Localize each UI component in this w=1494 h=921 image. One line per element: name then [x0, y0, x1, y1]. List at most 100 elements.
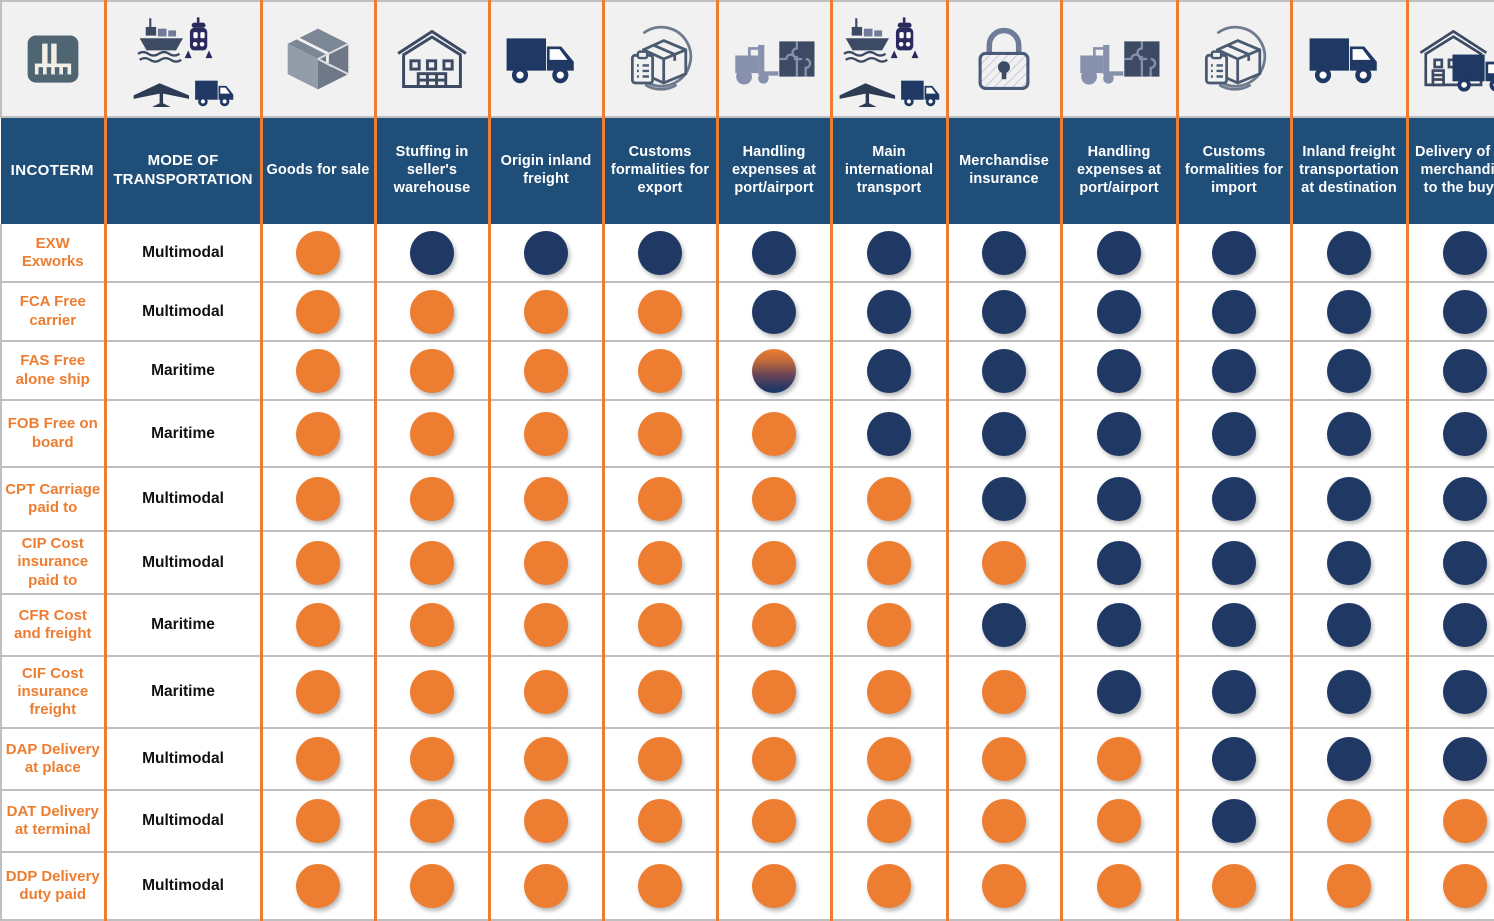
responsibility-cell	[1407, 341, 1494, 402]
responsibility-dot-buyer	[1212, 289, 1256, 334]
responsibility-dot-buyer	[1212, 477, 1256, 522]
col-header-mode: MODE OF TRANSPORTATION	[105, 116, 263, 225]
col-header-handling-export: Handling expenses at port/airport	[717, 116, 833, 225]
transport-mode-label: Multimodal	[105, 789, 263, 853]
responsibility-cell	[261, 728, 377, 791]
responsibility-cell	[831, 851, 949, 921]
responsibility-dot-seller	[752, 736, 796, 781]
responsibility-cell	[831, 789, 949, 853]
responsibility-dot-seller	[982, 798, 1026, 843]
responsibility-cell	[831, 593, 949, 657]
responsibility-cell	[603, 789, 719, 853]
responsibility-dot-buyer	[1327, 540, 1371, 585]
responsibility-dot-buyer	[1097, 411, 1141, 456]
responsibility-cell	[261, 224, 377, 284]
responsibility-dot-seller	[296, 411, 340, 456]
icon-cell-incoterm	[0, 0, 107, 118]
responsibility-cell	[261, 400, 377, 469]
responsibility-cell	[1061, 851, 1179, 921]
responsibility-cell	[375, 531, 491, 595]
responsibility-cell	[1061, 224, 1179, 284]
icon-cell-goods	[261, 0, 377, 118]
responsibility-dot-seller	[296, 348, 340, 393]
incoterm-label: CFR Cost and freight	[0, 593, 107, 657]
responsibility-cell	[947, 224, 1063, 284]
icon-cell-main-transport	[831, 0, 949, 118]
responsibility-dot-seller	[296, 289, 340, 334]
responsibility-dot-buyer	[638, 230, 682, 275]
responsibility-dot-split	[752, 348, 796, 393]
package-box-icon	[263, 2, 374, 116]
responsibility-dot-seller	[410, 411, 454, 456]
responsibility-dot-buyer	[410, 230, 454, 275]
responsibility-cell	[1407, 531, 1494, 595]
incoterm-label: FCA Free carrier	[0, 282, 107, 343]
responsibility-dot-seller	[410, 348, 454, 393]
forklift-handling-icon	[719, 2, 830, 116]
responsibility-cell	[947, 593, 1063, 657]
icon-cell-import-customs	[1177, 0, 1293, 118]
col-header-goods-for-sale: Goods for sale	[261, 116, 377, 225]
responsibility-cell	[831, 224, 949, 284]
responsibility-dot-buyer	[1443, 348, 1488, 393]
responsibility-dot-buyer	[1443, 289, 1488, 334]
responsibility-dot-buyer	[1443, 736, 1488, 781]
responsibility-cell	[489, 789, 605, 853]
responsibility-cell	[1407, 400, 1494, 469]
responsibility-cell	[831, 467, 949, 533]
responsibility-cell	[1177, 282, 1293, 343]
responsibility-dot-seller	[410, 669, 454, 714]
responsibility-cell	[1177, 400, 1293, 469]
column-header-row: INCOTERM MODE OF TRANSPORTATION Goods fo…	[1, 116, 1494, 225]
responsibility-cell	[489, 467, 605, 533]
truck-icon	[491, 2, 602, 116]
responsibility-cell	[489, 341, 605, 402]
responsibility-dot-seller	[1097, 736, 1141, 781]
responsibility-dot-buyer	[1443, 411, 1488, 456]
icon-cell-dest-freight	[1291, 0, 1409, 118]
responsibility-dot-buyer	[1212, 411, 1256, 456]
responsibility-cell	[1177, 467, 1293, 533]
responsibility-dot-seller	[867, 863, 911, 908]
truck-icon-2	[1293, 2, 1406, 116]
responsibility-cell	[261, 531, 377, 595]
responsibility-cell	[375, 728, 491, 791]
responsibility-dot-buyer	[867, 411, 911, 456]
responsibility-dot-seller	[867, 798, 911, 843]
responsibility-cell	[603, 655, 719, 730]
responsibility-dot-seller	[410, 540, 454, 585]
responsibility-dot-buyer	[1097, 540, 1141, 585]
responsibility-dot-seller	[752, 669, 796, 714]
responsibility-dot-seller	[524, 798, 568, 843]
responsibility-dot-buyer	[752, 230, 796, 275]
responsibility-dot-buyer	[1327, 736, 1371, 781]
responsibility-dot-buyer	[982, 411, 1026, 456]
responsibility-cell	[717, 593, 833, 657]
responsibility-dot-seller	[1097, 863, 1141, 908]
responsibility-cell	[717, 531, 833, 595]
responsibility-cell	[1177, 851, 1293, 921]
responsibility-cell	[1291, 851, 1409, 921]
responsibility-cell	[603, 224, 719, 284]
responsibility-dot-seller	[752, 798, 796, 843]
responsibility-dot-buyer	[1327, 669, 1371, 714]
responsibility-dot-seller	[752, 540, 796, 585]
responsibility-cell	[261, 789, 377, 853]
responsibility-dot-seller	[524, 863, 568, 908]
responsibility-cell	[947, 655, 1063, 730]
responsibility-dot-seller	[1327, 863, 1371, 908]
responsibility-dot-buyer	[982, 602, 1026, 647]
responsibility-dot-buyer	[1212, 230, 1256, 275]
responsibility-dot-seller	[752, 602, 796, 647]
responsibility-cell	[1291, 789, 1409, 853]
responsibility-dot-buyer	[867, 289, 911, 334]
responsibility-dot-seller	[638, 602, 682, 647]
responsibility-dot-seller	[410, 602, 454, 647]
col-header-main-transport: Main international transport	[831, 116, 949, 225]
responsibility-dot-seller	[296, 230, 340, 275]
responsibility-cell	[947, 341, 1063, 402]
responsibility-dot-buyer	[1327, 289, 1371, 334]
table-row: FAS Free alone ship Maritime	[0, 341, 1494, 402]
responsibility-dot-buyer	[1097, 477, 1141, 522]
responsibility-dot-seller	[638, 798, 682, 843]
